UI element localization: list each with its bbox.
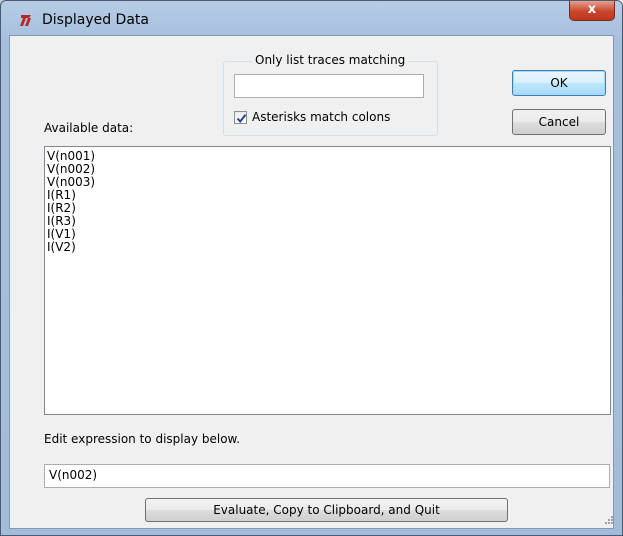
check-mark-icon (236, 114, 247, 124)
trace-filter-input[interactable] (234, 74, 424, 98)
close-button[interactable]: x (569, 1, 615, 21)
list-item[interactable]: I(V2) (47, 241, 610, 254)
list-item[interactable]: V(n002) (47, 163, 610, 176)
dialog-client-area: Only list traces matching Asterisks matc… (9, 35, 614, 529)
list-item[interactable]: V(n003) (47, 176, 610, 189)
list-item[interactable]: I(R2) (47, 202, 610, 215)
list-item[interactable]: I(R1) (47, 189, 610, 202)
expression-input[interactable]: V(n002) (44, 464, 610, 488)
displayed-data-dialog: Displayed Data x Only list traces matchi… (0, 0, 623, 536)
available-data-label: Available data: (44, 121, 134, 135)
cancel-button[interactable]: Cancel (512, 109, 606, 135)
ok-button[interactable]: OK (512, 70, 606, 96)
trace-filter-label: Only list traces matching (252, 53, 409, 67)
list-item[interactable]: I(R3) (47, 215, 610, 228)
resize-grip-icon[interactable] (604, 514, 614, 524)
close-icon: x (587, 2, 597, 17)
available-data-list[interactable]: V(n001) V(n002) V(n003) I(R1) I(R2) I(R3… (44, 146, 611, 415)
list-item[interactable]: I(V1) (47, 228, 610, 241)
trace-filter-group: Only list traces matching Asterisks matc… (223, 53, 438, 136)
window-title: Displayed Data (42, 12, 149, 28)
ltspice-logo-icon (19, 13, 33, 27)
title-bar[interactable]: Displayed Data x (1, 1, 622, 35)
list-item[interactable]: V(n001) (47, 150, 610, 163)
asterisk-checkbox-label: Asterisks match colons (252, 110, 391, 124)
asterisk-checkbox[interactable] (234, 111, 247, 124)
edit-expression-label: Edit expression to display below. (44, 432, 241, 446)
evaluate-copy-quit-button[interactable]: Evaluate, Copy to Clipboard, and Quit (145, 498, 508, 522)
